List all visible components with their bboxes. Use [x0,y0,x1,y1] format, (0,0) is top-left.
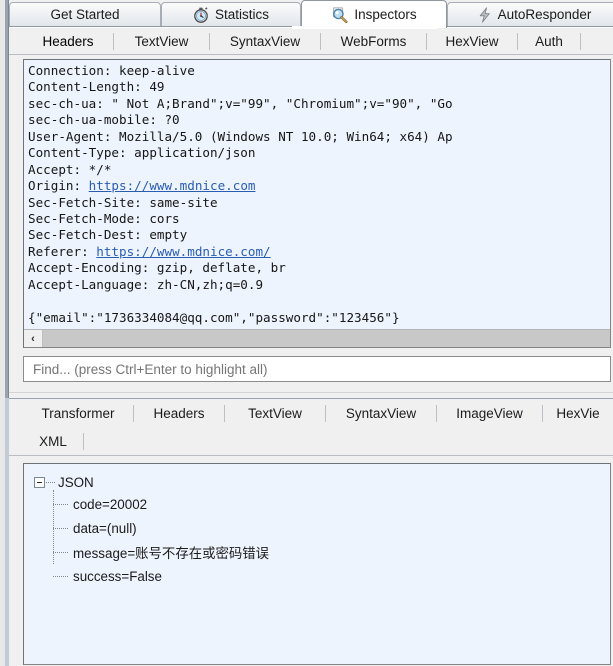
header-line: Sec-Fetch-Dest: empty [28,227,188,243]
tree-root-row[interactable]: JSON [34,472,269,492]
tab-inspectors[interactable]: 1010 Inspectors [301,0,447,28]
tab-get-started-label: Get Started [50,7,120,23]
subtab-webforms[interactable]: WebForms [321,28,426,54]
tree-connector [46,481,55,483]
tree-node-label: message=账号不存在或密码错误 [73,546,270,561]
header-line [28,293,610,309]
fiddler-inspectors-window: Get Started Statistics 101 [0,0,613,666]
response-subtab-bar-row2: XML [9,428,613,456]
header-line: Referer: https://www.mdnice.com/ [28,243,271,259]
tree-node-label: data=(null) [73,520,137,536]
tree-root-label: JSON [58,474,94,490]
subtab-response-hexview[interactable]: HexVie [543,399,613,427]
bolt-icon [478,7,492,23]
header-line: Connection: keep-alive [28,63,195,78]
header-link[interactable]: https://www.mdnice.com/ [96,244,270,259]
subtab-response-headers[interactable]: Headers [134,399,224,427]
subtab-xml[interactable]: XML [23,428,83,455]
tree-node-data[interactable]: data=(null) [52,516,269,540]
header-line: Sec-Fetch-Mode: cors [28,210,180,226]
header-line: Accept-Encoding: gzip, deflate, br [28,260,286,276]
header-line: Content-Type: application/json [28,145,256,161]
find-input[interactable] [31,359,582,379]
request-horizontal-scrollbar[interactable]: ‹ [24,329,610,347]
subtab-hexview[interactable]: HexView [427,28,517,54]
subtab-separator [83,433,84,450]
subtab-response-syntaxview-label: SyntaxView [345,405,417,421]
header-line: User-Agent: Mozilla/5.0 (Windows NT 10.0… [28,128,453,144]
subtab-syntaxview-label: SyntaxView [229,33,301,49]
subtab-textview[interactable]: TextView [114,28,209,54]
header-line: {"email":"1736334084@qq.com","password":… [28,309,400,325]
header-line: Content-Length: 49 [28,79,165,95]
scroll-track[interactable] [43,330,610,347]
subtab-imageview-label: ImageView [456,405,523,421]
json-tree: JSON code=20002 data=(null) message=账号不存… [34,472,269,588]
tab-statistics-label: Statistics [214,7,269,23]
stopwatch-icon [193,7,209,23]
magnifier-icon: 1010 [331,6,348,23]
subtab-response-hexview-label: HexVie [556,405,600,421]
subtab-textview-label: TextView [134,33,189,49]
subtab-hexview-label: HexView [445,33,499,49]
subtab-xml-label: XML [39,434,67,449]
subtab-syntaxview[interactable]: SyntaxView [210,28,320,54]
tab-inspectors-label: Inspectors [354,6,417,22]
subtab-auth-label: Auth [535,33,563,49]
header-line: sec-ch-ua-mobile: ?0 [28,112,180,128]
collapse-expander-icon[interactable] [34,476,45,488]
tree-node-label: success=False [73,568,162,584]
response-subtab-bar-row1: Transformer Headers TextView SyntaxView … [9,399,613,428]
tab-autoresponder-label: AutoResponder [497,7,592,23]
request-subtab-bar: Headers TextView SyntaxView WebForms Hex… [9,28,613,55]
tree-node-success[interactable]: success=False [52,564,269,588]
subtab-response-syntaxview[interactable]: SyntaxView [326,399,436,427]
tree-node-message[interactable]: message=账号不存在或密码错误 [52,540,270,564]
scroll-left-arrow-icon[interactable]: ‹ [24,330,43,347]
active-tab-underline [292,26,438,29]
tree-children: code=20002 data=(null) message=账号不存在或密码错… [52,490,270,588]
subtab-transformer-label: Transformer [41,405,115,421]
subtab-imageview[interactable]: ImageView [437,399,542,427]
subtab-transformer[interactable]: Transformer [23,399,133,427]
response-pane: Transformer Headers TextView SyntaxView … [9,398,613,666]
tree-node-label: code=20002 [73,496,148,512]
subtab-response-headers-label: Headers [153,405,205,421]
header-line: Sec-Fetch-Site: same-site [28,194,218,210]
header-line: sec-ch-ua: " Not A;Brand";v="99", "Chrom… [28,95,453,111]
tab-statistics[interactable]: Statistics [161,2,301,27]
tab-autoresponder[interactable]: AutoResponder [447,2,613,27]
subtab-headers-label: Headers [42,33,94,49]
subtab-response-textview[interactable]: TextView [225,399,325,427]
subtab-separator [580,33,581,50]
header-link[interactable]: https://www.mdnice.com [89,178,256,193]
request-headers-view[interactable]: Connection: keep-alive Content-Length: 49… [23,59,611,348]
subtab-response-textview-label: TextView [248,405,302,421]
subtab-webforms-label: WebForms [340,33,407,49]
response-json-tree-view[interactable]: JSON code=20002 data=(null) message=账号不存… [23,463,611,665]
request-pane: Headers TextView SyntaxView WebForms Hex… [9,28,613,390]
subtab-headers[interactable]: Headers [23,28,113,54]
header-line: Accept-Language: zh-CN,zh;q=0.9 [28,276,264,292]
subtab-auth[interactable]: Auth [518,28,580,54]
main-tab-bar: Get Started Statistics 101 [9,0,613,28]
tree-node-code[interactable]: code=20002 [52,492,269,516]
tab-get-started[interactable]: Get Started [9,2,161,27]
find-bar[interactable] [23,356,611,382]
request-headers-text: Connection: keep-alive Content-Length: 49… [28,63,610,326]
header-line: Accept: */* [28,161,112,177]
header-line: Origin: https://www.mdnice.com [28,178,256,194]
